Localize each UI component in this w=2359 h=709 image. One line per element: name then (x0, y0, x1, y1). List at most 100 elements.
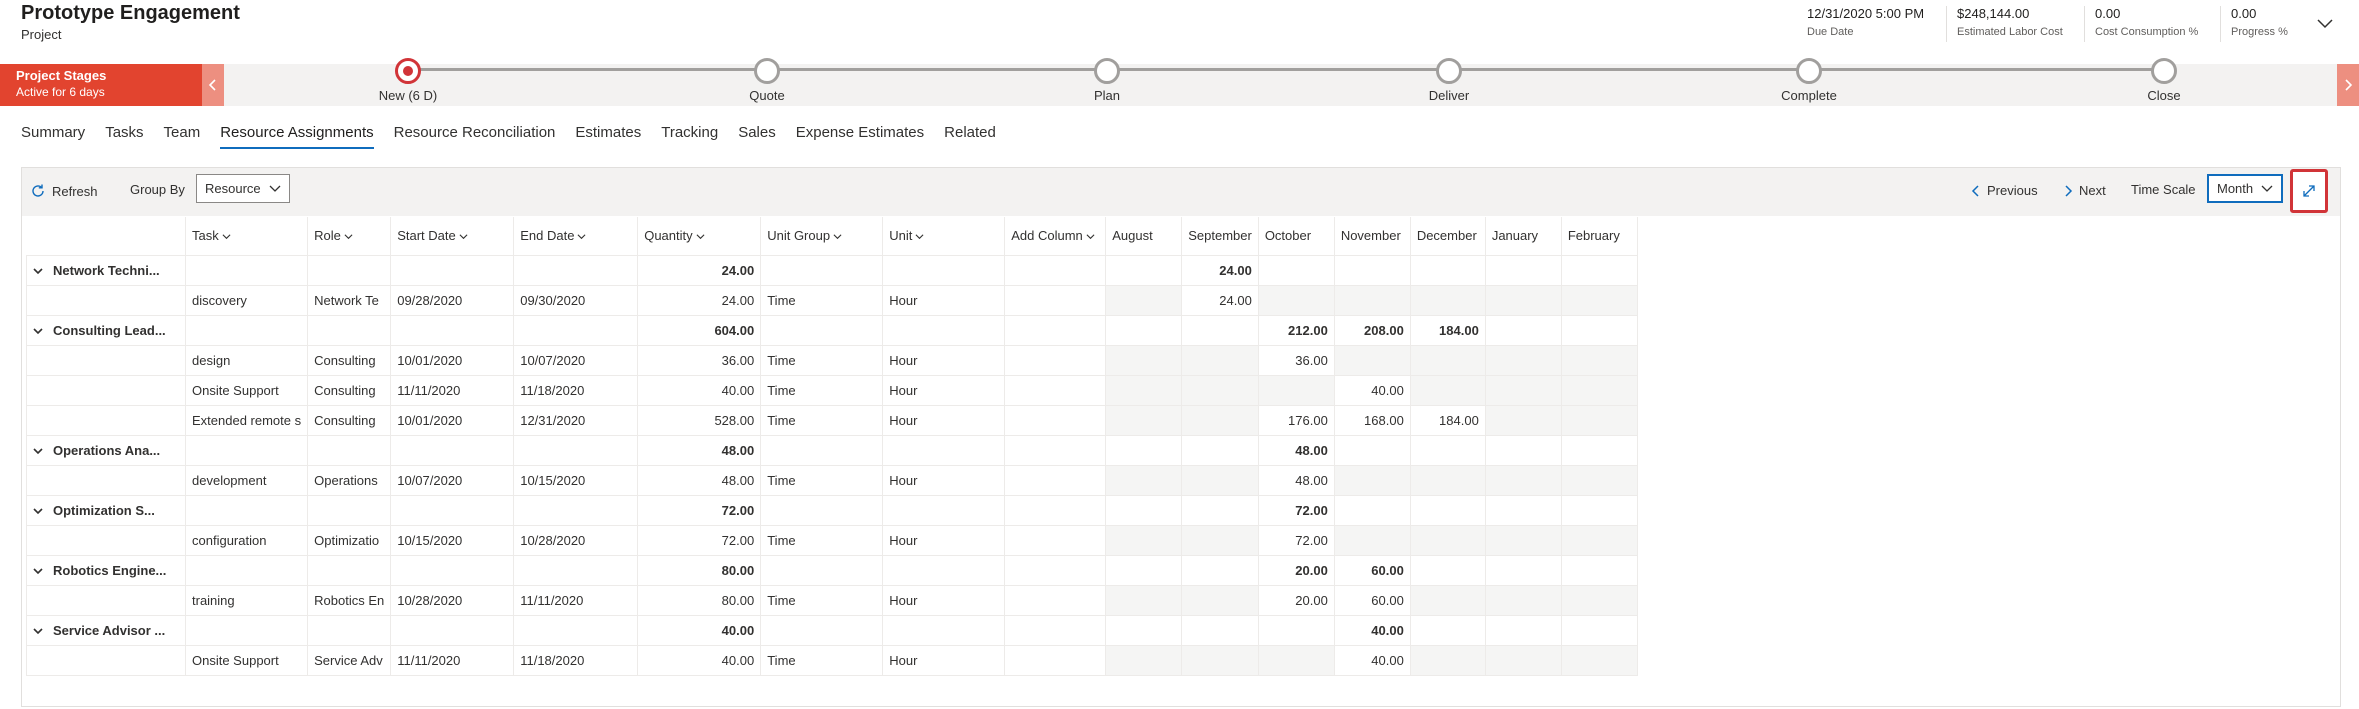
cell-october[interactable]: 72.00 (1257, 524, 1335, 556)
cell-january[interactable] (1484, 404, 1562, 436)
table-row[interactable]: Extended remote s Consulting 10/01/2020 12/… (26, 404, 1638, 436)
cell-february[interactable] (1560, 404, 1638, 436)
table-row[interactable]: discovery Network Te 09/28/2020 09/30/2020 2… (26, 284, 1638, 316)
stage-quote[interactable]: Quote (707, 58, 827, 103)
stage-new[interactable]: New (6 D) (348, 58, 468, 103)
stage-next-button[interactable] (2337, 64, 2359, 106)
column-header-role[interactable]: Role (307, 217, 392, 256)
collapse-chevron-icon[interactable] (33, 447, 43, 455)
group-row[interactable]: Robotics Engine... 80.00 20.00 60.00 (26, 554, 1638, 586)
cell-august[interactable] (1105, 284, 1183, 316)
column-header-november[interactable]: November (1334, 217, 1411, 256)
cell-january[interactable] (1484, 374, 1562, 406)
cell-october[interactable]: 20.00 (1257, 584, 1335, 616)
cell-august[interactable] (1105, 524, 1183, 556)
cell-november[interactable] (1333, 464, 1411, 496)
cell-february[interactable] (1560, 644, 1638, 676)
tab-estimates[interactable]: Estimates (575, 124, 641, 149)
group-by-select[interactable]: Resource (196, 174, 290, 203)
column-header-task[interactable]: Task (185, 217, 309, 256)
cell-january[interactable] (1484, 344, 1562, 376)
cell-september[interactable] (1181, 644, 1259, 676)
group-row[interactable]: Network Techni... 24.00 24.00 (26, 254, 1638, 286)
cell-september[interactable] (1181, 464, 1259, 496)
cell-december[interactable] (1409, 644, 1486, 676)
cell-august[interactable] (1105, 464, 1183, 496)
cell-december[interactable] (1409, 374, 1486, 406)
cell-october[interactable]: 36.00 (1257, 344, 1335, 376)
cell-december[interactable] (1409, 464, 1486, 496)
group-row[interactable]: Operations Ana... 48.00 48.00 (26, 434, 1638, 466)
collapse-chevron-icon[interactable] (33, 567, 43, 575)
table-row[interactable]: Onsite Support Consulting 11/11/2020 11/18/… (26, 374, 1638, 406)
cell-december[interactable]: 184.00 (1409, 404, 1486, 436)
cell-september[interactable] (1181, 404, 1259, 436)
collapse-chevron-icon[interactable] (33, 327, 43, 335)
cell-august[interactable] (1105, 374, 1183, 406)
collapse-chevron-icon[interactable] (33, 627, 43, 635)
table-row[interactable]: training Robotics En 10/28/2020 11/11/2020 8… (26, 584, 1638, 616)
cell-october[interactable]: 176.00 (1257, 404, 1335, 436)
cell-january[interactable] (1484, 464, 1562, 496)
stage-complete[interactable]: Complete (1749, 58, 1869, 103)
column-header-january[interactable]: January (1485, 217, 1562, 256)
collapse-chevron-icon[interactable] (33, 267, 43, 275)
cell-september[interactable] (1181, 584, 1259, 616)
column-header-start-date[interactable]: Start Date (390, 217, 515, 256)
cell-december[interactable] (1409, 524, 1486, 556)
cell-february[interactable] (1560, 584, 1638, 616)
cell-september[interactable] (1181, 344, 1259, 376)
cell-september[interactable] (1181, 374, 1259, 406)
tab-resource-assignments[interactable]: Resource Assignments (220, 124, 374, 149)
table-row[interactable]: Onsite Support Service Adv 11/11/2020 11/18… (26, 644, 1638, 676)
previous-button[interactable]: Previous (1971, 183, 2038, 198)
cell-november[interactable] (1333, 344, 1411, 376)
cell-october[interactable] (1257, 374, 1335, 406)
tab-sales[interactable]: Sales (738, 124, 776, 149)
cell-september[interactable] (1181, 524, 1259, 556)
group-row[interactable]: Optimization S... 72.00 72.00 (26, 494, 1638, 526)
cell-august[interactable] (1105, 344, 1183, 376)
cell-december[interactable] (1409, 344, 1486, 376)
cell-december[interactable] (1409, 284, 1486, 316)
tab-tracking[interactable]: Tracking (661, 124, 718, 149)
table-row[interactable]: design Consulting 10/01/2020 10/07/2020 36.0… (26, 344, 1638, 376)
column-header-september[interactable]: September (1181, 217, 1259, 256)
cell-october[interactable] (1257, 644, 1335, 676)
column-header-end-date[interactable]: End Date (513, 217, 639, 256)
tab-resource-reconciliation[interactable]: Resource Reconciliation (394, 124, 556, 149)
cell-october[interactable]: 48.00 (1257, 464, 1335, 496)
cell-february[interactable] (1560, 524, 1638, 556)
refresh-button[interactable]: Refresh (30, 183, 98, 199)
cell-august[interactable] (1105, 644, 1183, 676)
cell-november[interactable]: 60.00 (1333, 584, 1411, 616)
tab-summary[interactable]: Summary (21, 124, 85, 149)
group-row[interactable]: Service Advisor ... 40.00 40.00 (26, 614, 1638, 646)
collapse-chevron-icon[interactable] (33, 507, 43, 515)
tab-related[interactable]: Related (944, 124, 996, 149)
cell-february[interactable] (1560, 464, 1638, 496)
cell-january[interactable] (1484, 584, 1562, 616)
column-header-august[interactable]: August (1105, 217, 1183, 256)
cell-november[interactable]: 168.00 (1333, 404, 1411, 436)
cell-august[interactable] (1105, 404, 1183, 436)
stage-close[interactable]: Close (2104, 58, 2224, 103)
column-header-unit-group[interactable]: Unit Group (760, 217, 884, 256)
time-scale-select[interactable]: Month (2207, 174, 2284, 203)
cell-november[interactable] (1333, 524, 1411, 556)
cell-december[interactable] (1409, 584, 1486, 616)
cell-february[interactable] (1560, 344, 1638, 376)
cell-november[interactable] (1333, 284, 1411, 316)
cell-february[interactable] (1560, 374, 1638, 406)
column-header-add-column[interactable]: Add Column (1004, 217, 1107, 256)
expand-button[interactable] (2290, 169, 2328, 213)
tab-team[interactable]: Team (164, 124, 201, 149)
table-row[interactable]: development Operations 10/07/2020 10/15/202… (26, 464, 1638, 496)
column-header-february[interactable]: February (1561, 217, 1638, 256)
stage-previous-button[interactable] (202, 64, 224, 106)
cell-january[interactable] (1484, 284, 1562, 316)
stage-deliver[interactable]: Deliver (1389, 58, 1509, 103)
active-stage-panel[interactable]: Project Stages Active for 6 days (0, 64, 202, 106)
cell-november[interactable]: 40.00 (1333, 374, 1411, 406)
cell-september[interactable]: 24.00 (1181, 284, 1259, 316)
